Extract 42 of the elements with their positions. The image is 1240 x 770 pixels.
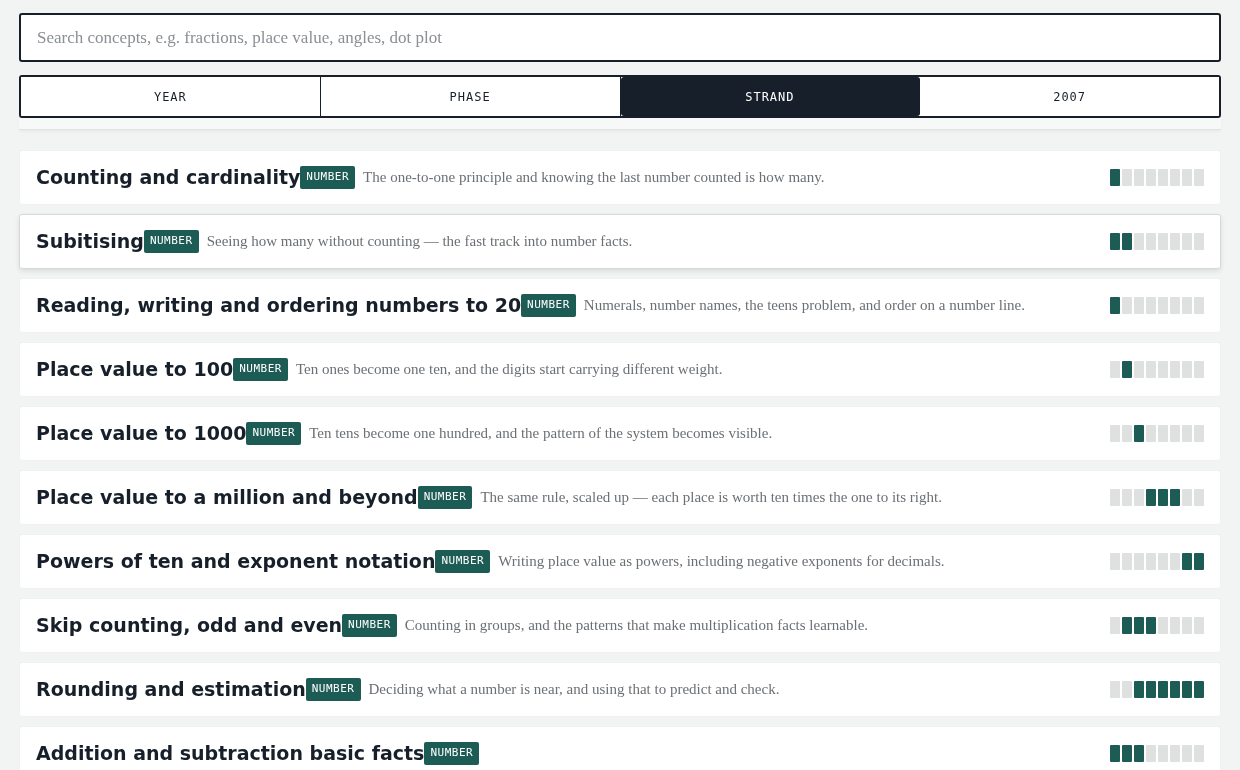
concept-title: Place value to 100 xyxy=(36,357,234,383)
strand-tag: NUMBER xyxy=(417,486,473,509)
concept-card[interactable]: Place value to a million and beyond NUMBER The same rule, scaled up — each place is worth ten times the one to its right. xyxy=(19,470,1221,525)
strand-tag: NUMBER xyxy=(424,742,480,765)
strand-tag: NUMBER xyxy=(305,678,361,701)
concept-title: Subitising xyxy=(36,229,144,255)
concept-card[interactable]: Skip counting, odd and even NUMBER Counting in groups, and the patterns that make multiplication facts learnable. xyxy=(19,598,1221,653)
concept-title: Reading, writing and ordering numbers to 20 xyxy=(36,293,522,319)
concept-card[interactable]: Place value to 1000 NUMBER Ten tens become one hundred, and the pattern of the system becomes visible. xyxy=(19,406,1221,461)
concept-title: Skip counting, odd and even xyxy=(36,613,343,639)
strand-tag: NUMBER xyxy=(435,550,491,573)
concept-card[interactable]: Reading, writing and ordering numbers to 20 NUMBER Numerals, number names, the teens problem, and order on a number line. xyxy=(19,278,1221,333)
concept-card[interactable]: Addition and subtraction basic facts NUMBER xyxy=(19,726,1221,770)
concept-title: Addition and subtraction basic facts xyxy=(36,741,425,767)
concept-description: Deciding what a number is near, and using that to predict and check. xyxy=(368,680,780,700)
concept-card[interactable]: Counting and cardinality NUMBER The one-to-one principle and knowing the last number counted is how many. xyxy=(19,150,1221,205)
concept-title: Counting and cardinality xyxy=(36,165,301,191)
concept-title: Rounding and estimation xyxy=(36,677,306,703)
strand-tag: NUMBER xyxy=(300,166,356,189)
concept-card[interactable]: Rounding and estimation NUMBER Deciding what a number is near, and using that to predict and check. xyxy=(19,662,1221,717)
strand-tag: NUMBER xyxy=(342,614,397,637)
tab[interactable]: STRAND xyxy=(620,77,921,116)
strand-tag: NUMBER xyxy=(521,294,576,317)
concept-description: Numerals, number names, the teens problem, and order on a number line. xyxy=(583,296,1025,316)
concept-card[interactable]: Place value to 100 NUMBER Ten ones become one ten, and the digits start carrying different weight. xyxy=(19,342,1221,397)
tab[interactable]: YEAR xyxy=(21,77,321,116)
concept-description: Seeing how many without counting — the fast track into number facts. xyxy=(206,232,633,252)
concept-title: Place value to 1000 xyxy=(36,421,247,447)
search-field[interactable]: Search concepts, e.g. fractions, place value, angles, dot plot xyxy=(19,13,1221,62)
concept-card[interactable]: Powers of ten and exponent notation NUMBER Writing place value as powers, including negative exponents for decimals. xyxy=(19,534,1221,589)
concept-description: Writing place value as powers, including negative exponents for decimals. xyxy=(498,552,945,572)
concept-description: Ten tens become one hundred, and the pattern of the system becomes visible. xyxy=(309,424,773,444)
concept-title: Powers of ten and exponent notation xyxy=(36,549,436,575)
strand-tag: NUMBER xyxy=(143,230,199,253)
concept-title: Place value to a million and beyond xyxy=(36,485,418,511)
concept-card[interactable]: Subitising NUMBER Seeing how many without counting — the fast track into number facts. xyxy=(19,214,1221,269)
concept-description: Ten ones become one ten, and the digits start carrying different weight. xyxy=(295,360,723,380)
concept-description: Counting in groups, and the patterns that make multiplication facts learnable. xyxy=(404,616,869,636)
concept-description: The same rule, scaled up — each place is worth ten times the one to its right. xyxy=(480,488,942,508)
concept-description: The one-to-one principle and knowing the last number counted is how many. xyxy=(363,168,825,188)
strand-tag: NUMBER xyxy=(246,422,302,445)
strand-tag: NUMBER xyxy=(233,358,288,381)
